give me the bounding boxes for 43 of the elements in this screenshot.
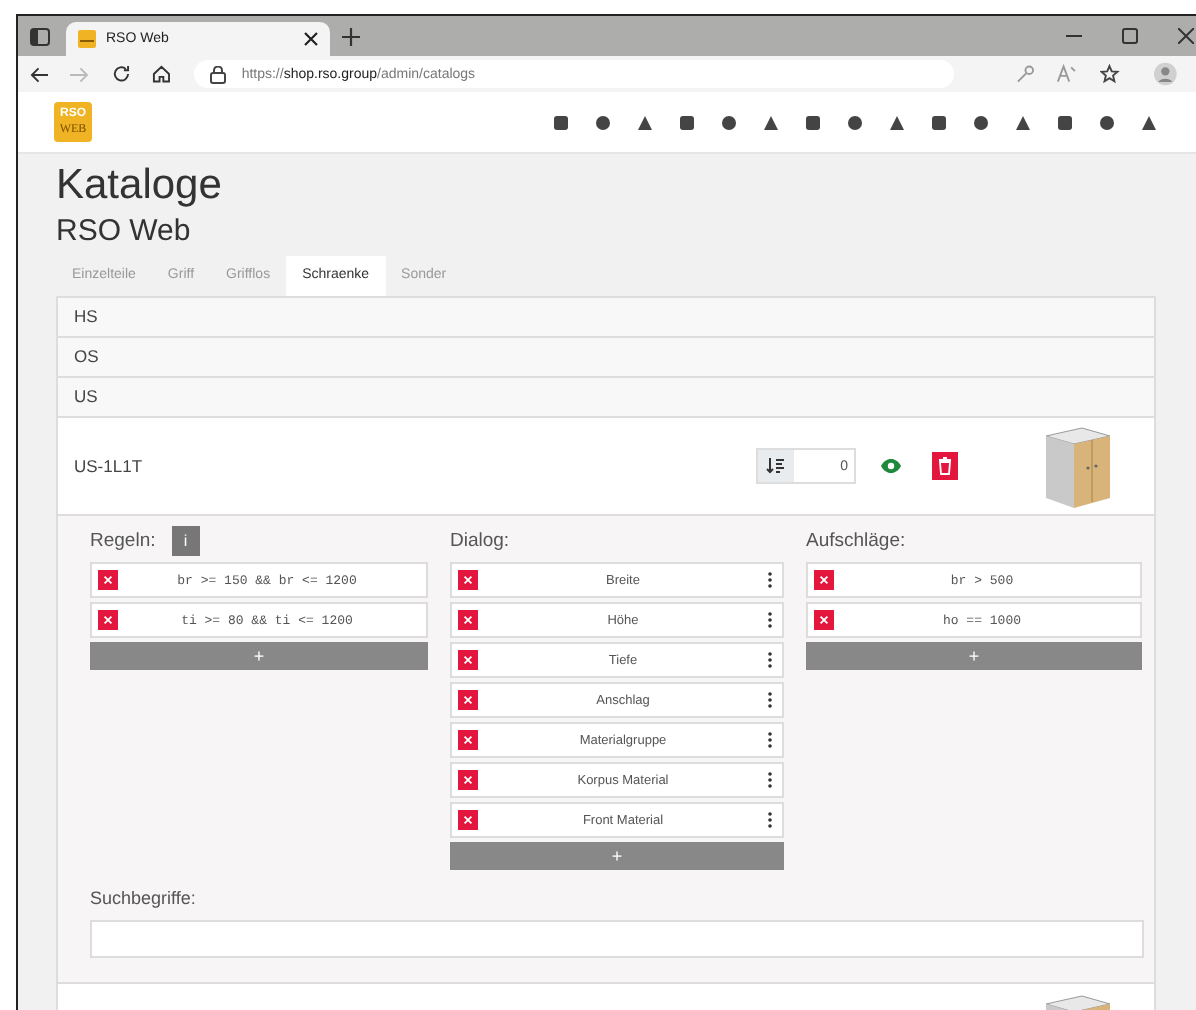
dialog-heading: Dialog: [450, 529, 510, 551]
remove-icon[interactable] [814, 570, 834, 590]
reload-icon[interactable] [111, 64, 131, 84]
delete-button[interactable] [932, 452, 958, 480]
rules-heading: Regeln: [90, 529, 156, 551]
add-button[interactable]: + [806, 642, 1142, 670]
remove-icon[interactable] [458, 770, 478, 790]
remove-icon[interactable] [458, 650, 478, 670]
home-icon[interactable] [152, 64, 172, 84]
group-row[interactable]: OS [56, 336, 1156, 376]
add-button[interactable]: + [90, 642, 428, 670]
tab-overview-icon[interactable] [30, 27, 50, 45]
read-aloud-icon[interactable] [1056, 64, 1078, 84]
close-icon[interactable] [304, 32, 318, 46]
remove-icon[interactable] [98, 610, 118, 630]
remove-icon[interactable] [814, 610, 834, 630]
lock-icon [209, 65, 226, 83]
remove-icon[interactable] [458, 810, 478, 830]
maximize-icon[interactable] [1122, 28, 1138, 44]
item-name: US-1L1T [74, 456, 143, 476]
remove-icon[interactable] [458, 730, 478, 750]
remove-icon[interactable] [458, 690, 478, 710]
page-title: Kataloge [56, 160, 224, 210]
favorites-icon[interactable] [1099, 64, 1121, 84]
page-subtitle: RSO Web [56, 212, 193, 250]
remove-icon[interactable] [458, 610, 478, 630]
new-tab-icon[interactable] [342, 27, 360, 45]
surcharges-heading: Aufschläge: [806, 529, 906, 551]
close-icon[interactable] [1178, 28, 1194, 44]
sort-icon [766, 458, 786, 474]
remove-icon[interactable] [458, 570, 478, 590]
search-terms-field[interactable] [90, 920, 1144, 958]
back-icon[interactable] [30, 65, 49, 83]
eye-icon[interactable] [880, 458, 902, 474]
profile-icon[interactable] [1154, 62, 1178, 86]
add-button[interactable]: + [450, 842, 784, 870]
logo-icon [78, 30, 96, 48]
group-row[interactable]: US [56, 376, 1156, 416]
key-icon[interactable] [1015, 64, 1035, 84]
info-button[interactable]: i [171, 525, 200, 555]
remove-icon[interactable] [98, 570, 118, 590]
group-row[interactable]: HS [56, 296, 1156, 336]
search-terms-label: Suchbegriffe: [90, 888, 198, 908]
